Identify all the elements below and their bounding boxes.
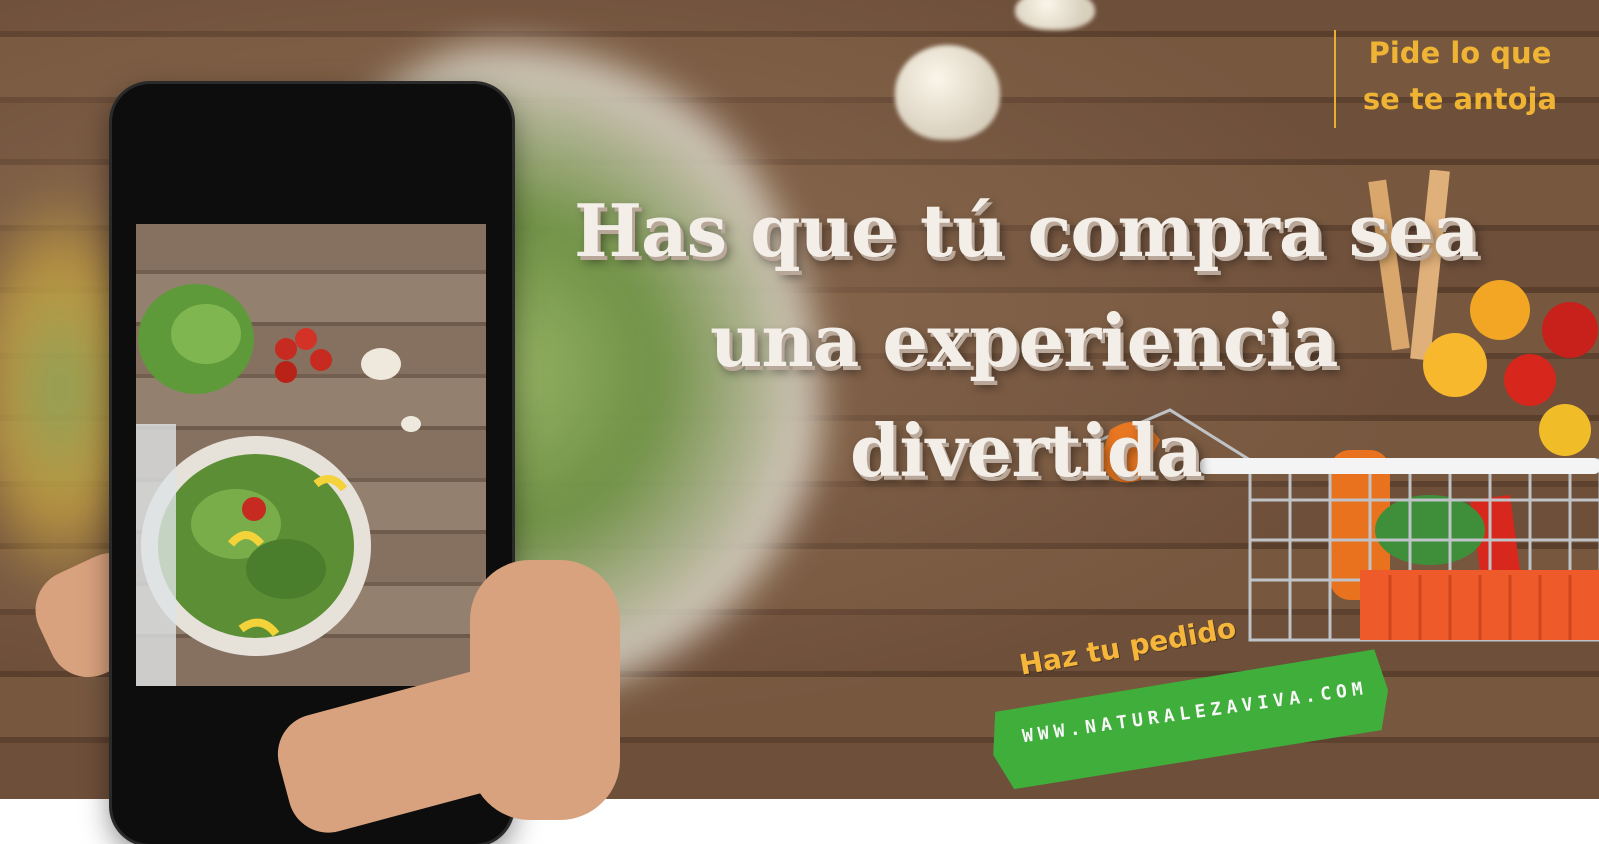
hand-right bbox=[470, 560, 620, 820]
garlic-clove bbox=[895, 45, 1000, 140]
garlic-clove bbox=[1015, 0, 1095, 30]
tagline-line-2: se te antoja bbox=[1362, 82, 1558, 116]
headline-line-2: una experiencia bbox=[710, 298, 1339, 383]
headline-line-3: divertida bbox=[850, 408, 1203, 493]
salad-photo bbox=[136, 284, 421, 686]
phone-screen-photo bbox=[136, 224, 486, 686]
headline-line-1: Has que tú compra sea bbox=[574, 188, 1480, 273]
tagline: Pide lo que se te antoja bbox=[1334, 30, 1574, 128]
tagline-line-1: Pide lo que bbox=[1368, 36, 1552, 70]
